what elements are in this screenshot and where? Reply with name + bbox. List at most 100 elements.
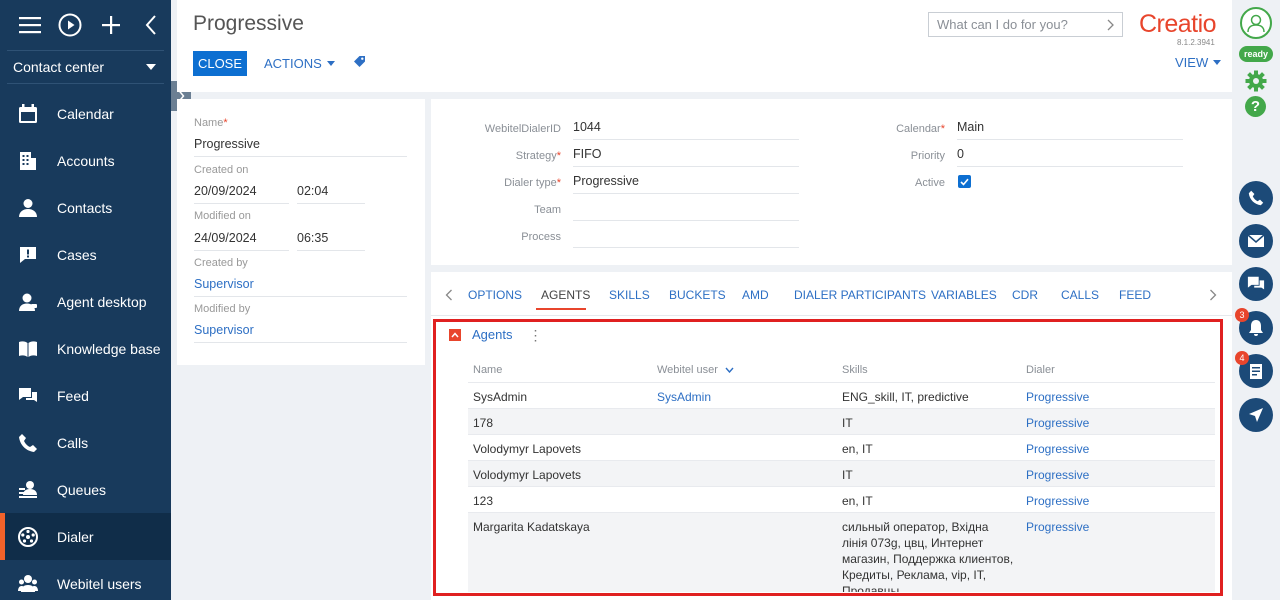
sidebar-item-feed[interactable]: Feed (0, 372, 171, 419)
play-button[interactable] (50, 5, 90, 45)
modified-by-link[interactable]: Supervisor (194, 323, 407, 343)
command-search[interactable]: What can I do for you? (928, 12, 1123, 37)
tabs-scroll-left-icon[interactable] (445, 289, 453, 301)
tab-variables[interactable]: VARIABLES (931, 288, 997, 302)
dialer-details-card: WebitelDialerID 1044 Strategy* FIFO Dial… (431, 99, 1232, 265)
tab-buckets[interactable]: BUCKETS (669, 288, 726, 302)
tab-skills[interactable]: SKILLS (609, 288, 650, 302)
tab-options[interactable]: OPTIONS (468, 288, 522, 302)
paper-plane-icon (1249, 408, 1263, 422)
sidebar-item-label: Agent desktop (57, 293, 147, 310)
modified-by-label: Modified by (194, 303, 251, 315)
status-badge[interactable]: ready (1239, 46, 1273, 62)
modified-time-field[interactable]: 06:35 (297, 231, 365, 251)
tab-bar: OPTIONS AGENTS SKILLS BUCKETS AMD DIALER… (431, 272, 1232, 316)
actions-label: ACTIONS (264, 56, 322, 71)
sidebar-item-label: Feed (57, 387, 89, 404)
section-selector[interactable]: Contact center (7, 50, 164, 84)
agent-icon (19, 293, 37, 311)
process-label: Process (521, 231, 561, 243)
sidebar-item-accounts[interactable]: Accounts (0, 137, 171, 184)
view-label: VIEW (1175, 55, 1209, 70)
tab-dialer-participants[interactable]: DIALER PARTICIPANTS (794, 288, 926, 302)
help-icon[interactable]: ? (1245, 96, 1266, 117)
caret-down-icon (326, 61, 335, 66)
chevron-left-icon (145, 15, 156, 35)
task-list-icon (1250, 363, 1262, 379)
user-avatar[interactable] (1240, 7, 1272, 39)
chat-button[interactable] (1239, 267, 1273, 301)
strategy-field[interactable]: FIFO (573, 145, 799, 167)
tab-feed[interactable]: FEED (1119, 288, 1151, 302)
sidebar-item-label: Calendar (57, 105, 114, 122)
tab-amd[interactable]: AMD (742, 288, 769, 302)
checkmark-icon (960, 178, 969, 186)
sidebar-item-agent-desktop[interactable]: Agent desktop (0, 278, 171, 325)
dialer-id-field[interactable]: 1044 (573, 118, 799, 140)
send-button[interactable] (1239, 398, 1273, 432)
notifications-count-badge: 3 (1235, 308, 1249, 322)
sidebar-item-label: Contacts (57, 199, 113, 216)
tag-button[interactable] (353, 55, 366, 73)
active-checkbox[interactable] (958, 175, 971, 188)
sidebar-item-webitel-users[interactable]: Webitel users (0, 560, 171, 600)
calendar-icon (19, 103, 37, 123)
team-field[interactable] (573, 199, 799, 221)
email-button[interactable] (1239, 224, 1273, 258)
sidebar-item-dialer[interactable]: Dialer (0, 513, 171, 560)
close-button[interactable]: CLOSE (193, 51, 247, 76)
sidebar-item-label: Cases (57, 246, 97, 263)
user-icon (1247, 14, 1265, 33)
sidebar-item-cases[interactable]: Cases (0, 231, 171, 278)
created-date-field[interactable]: 20/09/2024 (194, 184, 289, 204)
menu-button[interactable] (10, 5, 50, 45)
chat-icon (19, 387, 37, 402)
sidebar-item-label: Calls (57, 434, 89, 451)
sidebar-item-calendar[interactable]: Calendar (0, 90, 171, 137)
phone-button[interactable] (1239, 181, 1273, 215)
person-icon (19, 198, 37, 217)
created-time-field[interactable]: 02:04 (297, 184, 365, 204)
add-button[interactable] (91, 5, 131, 45)
priority-field[interactable]: 0 (957, 145, 1183, 167)
sidebar-nav: Calendar Accounts Contacts Cases Agent d… (0, 90, 171, 600)
modified-on-label: Modified on (194, 210, 251, 222)
sidebar-item-contacts[interactable]: Contacts (0, 184, 171, 231)
actions-button[interactable]: ACTIONS (264, 51, 335, 76)
queue-icon (19, 480, 37, 498)
view-button[interactable]: VIEW (1175, 55, 1222, 70)
tab-cdr[interactable]: CDR (1012, 288, 1038, 302)
sidebar-item-knowledge-base[interactable]: Knowledge base (0, 325, 171, 372)
case-icon (20, 246, 36, 263)
book-icon (19, 340, 37, 357)
play-circle-icon (58, 13, 82, 37)
collapse-sidebar-button[interactable] (131, 5, 171, 45)
priority-label: Priority (910, 150, 945, 162)
process-field[interactable] (573, 226, 799, 248)
tag-icon (354, 56, 365, 67)
tabs-scroll-right-icon[interactable] (1209, 289, 1217, 301)
name-field[interactable]: Progressive (194, 137, 407, 157)
dialer-icon (18, 526, 38, 547)
version-label: 8.1.2.3941 (1177, 38, 1215, 47)
modified-date-field[interactable]: 24/09/2024 (194, 231, 289, 251)
dialer-type-label: Dialer type* (504, 177, 561, 189)
search-placeholder: What can I do for you? (937, 17, 1068, 32)
settings-gear-icon[interactable] (1245, 70, 1267, 92)
phone-icon (1248, 190, 1264, 206)
dialer-type-field[interactable]: Progressive (573, 172, 799, 194)
phone-icon (19, 433, 37, 452)
sidebar-item-queues[interactable]: Queues (0, 466, 171, 513)
tab-calls[interactable]: CALLS (1061, 288, 1099, 302)
sidebar-item-label: Accounts (57, 152, 115, 169)
tab-agents[interactable]: AGENTS (541, 288, 590, 302)
record-summary-card: Name* Progressive Created on 20/09/2024 … (177, 99, 425, 365)
sidebar: Contact center Calendar Accounts Contact… (0, 0, 171, 600)
sidebar-item-label: Queues (57, 481, 107, 498)
sidebar-item-calls[interactable]: Calls (0, 419, 171, 466)
sidebar-toolbar (0, 0, 171, 50)
active-tab-indicator (536, 308, 586, 310)
creatio-logo: Creatio (1139, 10, 1217, 38)
calendar-field[interactable]: Main (957, 118, 1183, 140)
created-by-link[interactable]: Supervisor (194, 277, 407, 297)
